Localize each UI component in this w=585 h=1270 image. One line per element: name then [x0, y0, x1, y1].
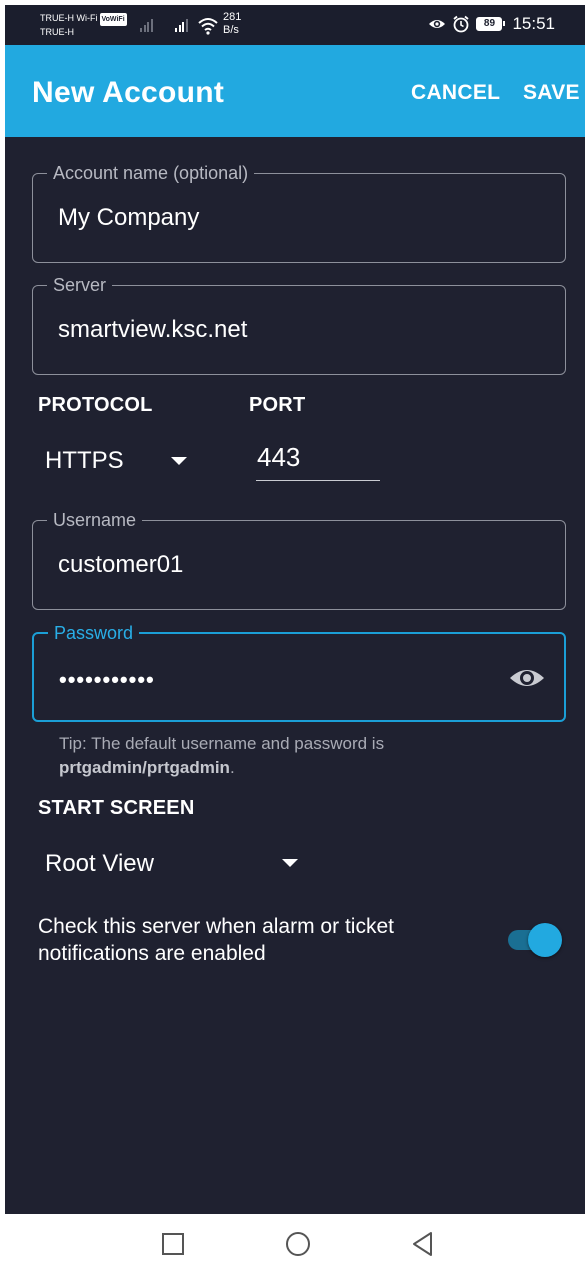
app-bar: New Account CANCEL SAVE [5, 45, 585, 137]
recents-icon[interactable] [159, 1230, 187, 1258]
account-name-label: Account name (optional) [47, 162, 255, 184]
account-name-field[interactable]: Account name (optional) My Company [32, 162, 566, 263]
username-field[interactable]: Username customer01 [32, 509, 566, 610]
save-button[interactable]: SAVE [523, 81, 580, 105]
server-field[interactable]: Server smartview.ksc.net [32, 274, 566, 375]
eye-icon [429, 20, 446, 28]
network-speed: 281 B/s [223, 11, 241, 37]
chevron-down-icon [282, 859, 298, 867]
protocol-label: PROTOCOL [38, 394, 153, 416]
page-title: New Account [32, 76, 225, 109]
battery-icon: 89 [476, 17, 506, 31]
check-server-toggle[interactable] [508, 923, 562, 957]
port-input[interactable]: 443 [256, 437, 380, 481]
carrier-info: TRUE-H Wi-Fi VoWiFi TRUE-H [40, 12, 127, 39]
home-icon[interactable] [284, 1230, 312, 1258]
carrier-2-label: TRUE-H [40, 27, 74, 37]
eye-icon[interactable] [508, 663, 546, 693]
alarm-icon [453, 15, 470, 33]
toggle-knob [528, 923, 562, 957]
wifi-icon [198, 18, 218, 35]
status-time: 15:51 [512, 14, 555, 33]
network-speed-unit: B/s [223, 24, 239, 36]
server-label: Server [47, 274, 113, 296]
status-bar: TRUE-H Wi-Fi VoWiFi TRUE-H 281 B/s 89 15:… [5, 5, 585, 45]
password-value: ••••••••••• [59, 667, 155, 692]
tip-suffix: . [229, 758, 235, 777]
system-nav-bar [0, 1214, 585, 1270]
username-label: Username [47, 509, 143, 531]
vowifi-badge: VoWiFi [99, 13, 127, 26]
tip-text: Tip: The default username and password i… [59, 734, 385, 753]
port-value: 443 [257, 442, 301, 472]
signal-icon [140, 18, 153, 32]
credentials-tip: Tip: The default username and password i… [59, 732, 539, 780]
tip-credentials: prtgadmin/prtgadmin [59, 758, 230, 777]
start-screen-value: Root View [45, 850, 154, 877]
password-field[interactable]: Password ••••••••••• [32, 622, 566, 722]
cancel-button[interactable]: CANCEL [411, 81, 500, 105]
status-right-group: 89 15:51 [428, 14, 555, 34]
protocol-value: HTTPS [45, 447, 124, 474]
network-speed-value: 281 [223, 11, 242, 23]
carrier-1-label: TRUE-H Wi-Fi [40, 13, 98, 23]
chevron-down-icon [171, 457, 187, 465]
server-value: smartview.ksc.net [58, 316, 248, 343]
password-label: Password [48, 622, 140, 644]
back-icon[interactable] [409, 1230, 437, 1258]
signal-icon [175, 18, 188, 32]
start-screen-dropdown[interactable]: Root View [45, 847, 305, 881]
account-name-value: My Company [58, 204, 200, 231]
port-label: PORT [249, 394, 306, 416]
start-screen-label: START SCREEN [38, 797, 195, 819]
protocol-dropdown[interactable]: HTTPS [45, 445, 195, 477]
username-value: customer01 [58, 551, 184, 578]
account-form: Account name (optional) My Company Serve… [5, 137, 585, 1214]
check-server-label: Check this server when alarm or ticket n… [38, 915, 394, 965]
